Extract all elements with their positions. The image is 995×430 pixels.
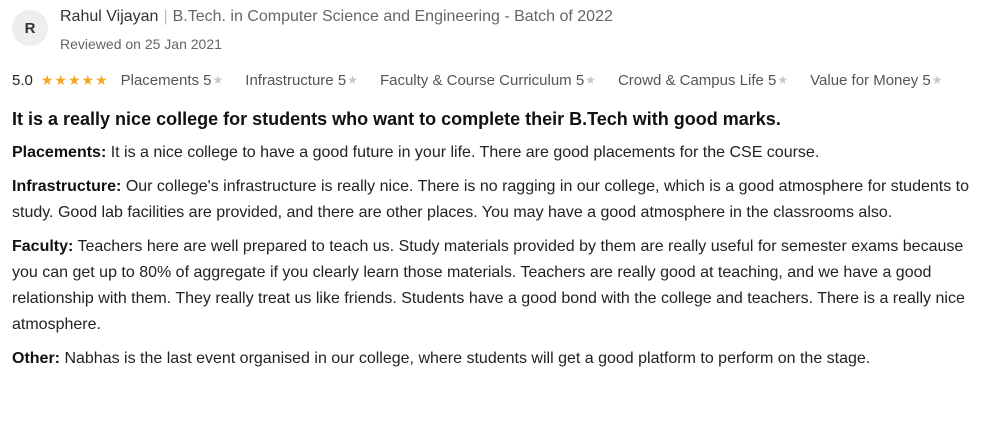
rating-score: 5	[337, 71, 347, 89]
section-label: Other:	[12, 350, 60, 367]
section-label: Placements:	[12, 144, 107, 161]
star-icon: ★	[777, 73, 789, 87]
rating-score: 5	[203, 71, 212, 89]
star-icon: ★	[347, 73, 358, 87]
reviewer-program: B.Tech. in Computer Science and Engineer…	[172, 8, 613, 25]
star-icon: ★	[212, 73, 224, 87]
reviewer-line: Rahul Vijayan | B.Tech. in Computer Scienc…	[60, 6, 613, 28]
avatar: R	[12, 10, 48, 46]
rating-label: Faculty & Course Curriculum	[379, 71, 572, 89]
rating-value-for-money: Value for Money 5 ★	[810, 72, 942, 89]
rating-label: Crowd & Campus Life	[617, 71, 764, 89]
section-label: Faculty:	[12, 238, 74, 255]
star-icon: ★	[931, 73, 943, 87]
review-date: Reviewed on 25 Jan 2021	[60, 36, 222, 52]
section-text: It is a nice college to have a good futu…	[110, 144, 820, 161]
review-section-infrastructure: Infrastructure: Our college's infrastruc…	[12, 174, 980, 226]
star-rating-icon: ★★★★★	[40, 71, 109, 88]
rating-score: 5	[922, 71, 931, 89]
review-section-placements: Placements: It is a nice college to have…	[12, 140, 980, 166]
review-title: It is a really nice college for students…	[12, 109, 781, 129]
review-card: R Rahul Vijayan | B.Tech. in Computer Scie…	[0, 0, 995, 430]
review-body: Placements: It is a nice college to have…	[12, 140, 980, 380]
section-text: Our college's infrastructure is really n…	[12, 178, 970, 221]
rating-faculty: Faculty & Course Curriculum 5 ★	[380, 72, 596, 89]
reviewer-info: Rahul Vijayan | B.Tech. in Computer Scienc…	[60, 6, 613, 54]
review-section-other: Other: Nabhas is the last event organise…	[12, 346, 980, 372]
section-text: Teachers here are well prepared to teach…	[12, 238, 965, 333]
section-text: Nabhas is the last event organised in ou…	[64, 350, 871, 367]
rating-score: 5	[768, 71, 777, 89]
section-label: Infrastructure:	[12, 178, 122, 195]
ratings-row: 5.0 ★★★★★ Placements 5 ★ Infrastructure 5…	[12, 68, 943, 92]
separator: |	[163, 8, 168, 25]
rating-infrastructure: Infrastructure 5 ★	[245, 72, 358, 89]
rating-label: Placements	[120, 71, 199, 89]
rating-crowd-campus-life: Crowd & Campus Life 5 ★	[618, 72, 788, 89]
rating-placements: Placements 5 ★	[121, 72, 224, 89]
star-icon: ★	[585, 73, 596, 87]
reviewer-name[interactable]: Rahul Vijayan	[60, 8, 158, 25]
rating-label: Value for Money	[810, 71, 919, 89]
rating-label: Infrastructure	[245, 71, 334, 89]
rating-score: 5	[575, 71, 585, 89]
review-section-faculty: Faculty: Teachers here are well prepared…	[12, 234, 980, 338]
overall-rating: 5.0	[12, 71, 33, 89]
review-header: R Rahul Vijayan | B.Tech. in Computer Scie…	[12, 6, 613, 54]
